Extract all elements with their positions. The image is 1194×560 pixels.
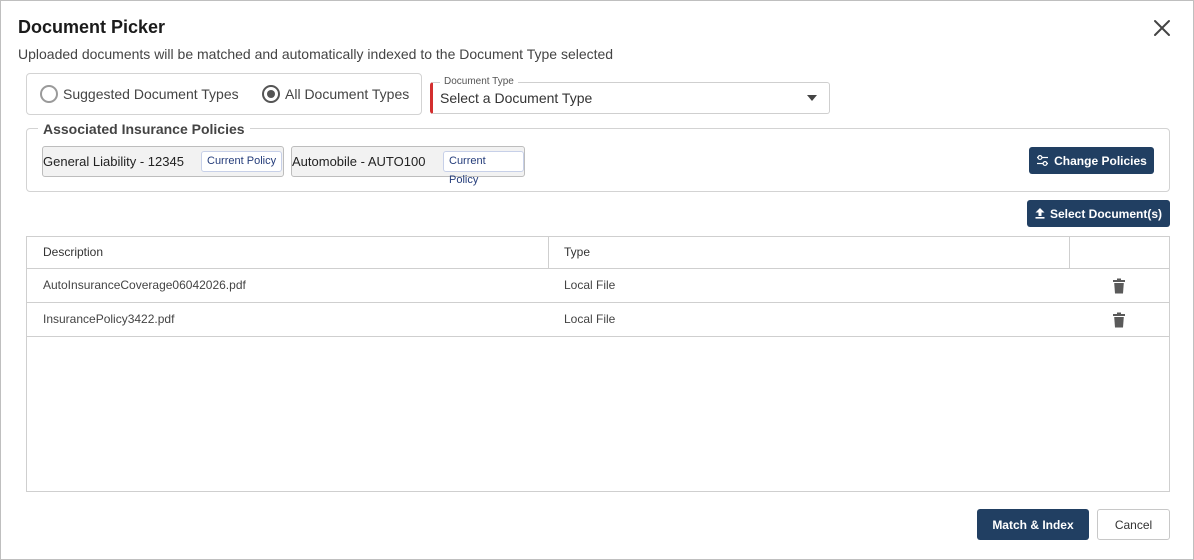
trash-icon[interactable] <box>1112 312 1126 328</box>
table-row[interactable]: InsurancePolicy3422.pdf Local File <box>27 303 1169 337</box>
column-divider <box>548 237 549 269</box>
all-document-types-label: All Document Types <box>285 86 410 102</box>
select-documents-button[interactable]: Select Document(s) <box>1027 200 1170 227</box>
all-document-types-radio[interactable]: All Document Types <box>262 85 409 103</box>
documents-table: Description Type AutoInsuranceCoverage06… <box>26 236 1170 492</box>
document-type-select[interactable]: Document Type Select a Document Type <box>430 76 830 114</box>
dialog-subtitle: Uploaded documents will be matched and a… <box>18 46 614 62</box>
table-row[interactable]: AutoInsuranceCoverage06042026.pdf Local … <box>27 269 1169 303</box>
cancel-button[interactable]: Cancel <box>1097 509 1170 540</box>
document-description: InsurancePolicy3422.pdf <box>43 312 175 326</box>
policy-chip: Automobile - AUTO100 Current Policy <box>291 146 525 186</box>
table-header: Description Type <box>27 237 1169 269</box>
document-type: Local File <box>564 278 616 292</box>
document-type: Local File <box>564 312 616 326</box>
column-header-description[interactable]: Description <box>43 237 103 269</box>
change-policies-label: Change Policies <box>1054 153 1147 168</box>
radio-checked-icon <box>262 85 280 103</box>
column-divider <box>1069 237 1070 269</box>
document-type-value: Select a Document Type <box>440 90 593 106</box>
current-policy-badge: Current Policy <box>443 151 524 186</box>
upload-icon <box>1035 208 1045 219</box>
match-and-index-button[interactable]: Match & Index <box>977 509 1089 540</box>
policy-name: General Liability - 12345 <box>43 154 184 169</box>
suggested-document-types-label: Suggested Document Types <box>63 86 239 102</box>
policy-name: Automobile - AUTO100 <box>292 154 426 169</box>
dialog-title: Document Picker <box>18 17 166 37</box>
document-type-legend: Document Type <box>440 76 518 87</box>
column-header-type[interactable]: Type <box>564 237 590 269</box>
radio-unchecked-icon <box>40 85 58 103</box>
policies-legend: Associated Insurance Policies <box>38 121 250 137</box>
document-picker-dialog: Document Picker Uploaded documents will … <box>0 0 1194 560</box>
policy-chip: General Liability - 12345 Current Policy <box>42 146 284 177</box>
associated-insurance-policies: Associated Insurance Policies General Li… <box>26 121 1170 192</box>
document-description: AutoInsuranceCoverage06042026.pdf <box>43 278 246 292</box>
change-policies-button[interactable]: Change Policies <box>1029 147 1154 174</box>
select-documents-label: Select Document(s) <box>1049 206 1163 221</box>
close-icon[interactable] <box>1151 17 1173 39</box>
chevron-down-icon <box>807 95 817 101</box>
trash-icon[interactable] <box>1112 278 1126 294</box>
suggested-document-types-radio[interactable]: Suggested Document Types <box>40 85 239 103</box>
sliders-icon <box>1037 155 1049 166</box>
current-policy-badge: Current Policy <box>201 151 283 172</box>
document-type-scope-radio-group: Suggested Document Types All Document Ty… <box>26 73 422 115</box>
